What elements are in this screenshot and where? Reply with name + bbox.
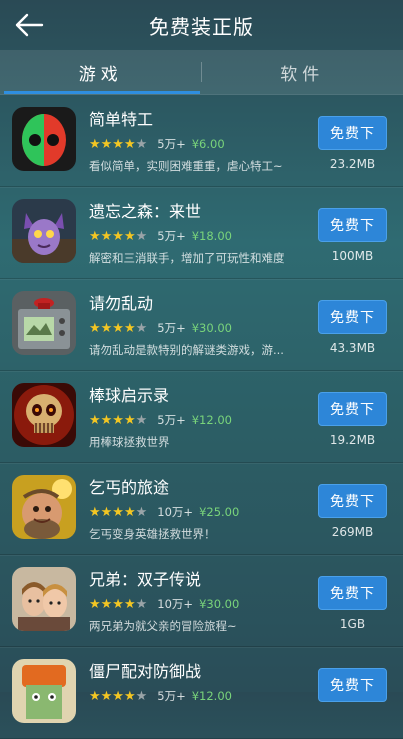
app-row[interactable]: 遗忘之森：来世 ★★★★★ 5万+ ¥18.00 解密和三消联手，增加了可玩性和… <box>0 187 403 279</box>
app-description: 用棒球拯救世界 <box>89 434 307 450</box>
zombie-icon[interactable] <box>12 659 76 723</box>
app-name[interactable]: 乞丐的旅途 <box>89 474 169 498</box>
file-size: 19.2MB <box>318 433 387 447</box>
free-download-button[interactable]: 免费下 <box>318 300 387 334</box>
app-meta: ★★★★★ 5万+ ¥18.00 <box>89 228 232 244</box>
download-count: 5万+ <box>157 412 185 428</box>
app-meta: ★★★★★ 10万+ ¥25.00 <box>89 504 239 520</box>
download-count: 10万+ <box>157 504 193 520</box>
file-size: 23.2MB <box>318 157 387 171</box>
page-title: 免费装正版 <box>149 11 254 40</box>
app-name[interactable]: 请勿乱动 <box>89 290 153 314</box>
app-name[interactable]: 兄弟：双子传说 <box>89 566 201 590</box>
app-list: 简单特工 ★★★★★ 5万+ ¥6.00 看似简单，实则困难重重，虐心特工~ 免… <box>0 95 403 739</box>
original-price: ¥18.00 <box>192 229 232 243</box>
app-name[interactable]: 遗忘之森：来世 <box>89 198 201 222</box>
free-download-button[interactable]: 免费下 <box>318 116 387 150</box>
download-count: 5万+ <box>157 228 185 244</box>
original-price: ¥30.00 <box>192 321 232 335</box>
download-count: 5万+ <box>157 136 185 152</box>
star-rating: ★★★★★ <box>89 689 147 704</box>
star-rating: ★★★★★ <box>89 321 147 336</box>
app-row[interactable]: 僵尸配对防御战 ★★★★★ 5万+ ¥12.00 免费下 <box>0 647 403 739</box>
star-rating: ★★★★★ <box>89 229 147 244</box>
free-download-button[interactable]: 免费下 <box>318 208 387 242</box>
app-row[interactable]: 兄弟：双子传说 ★★★★★ 10万+ ¥30.00 两兄弟为就父亲的冒险旅程~ … <box>0 555 403 647</box>
file-size: 1GB <box>318 617 387 631</box>
app-meta: ★★★★★ 5万+ ¥12.00 <box>89 688 232 704</box>
app-meta: ★★★★★ 5万+ ¥12.00 <box>89 412 232 428</box>
original-price: ¥30.00 <box>199 597 239 611</box>
app-description: 请勿乱动是款特别的解谜类游戏，游... <box>89 342 307 358</box>
free-download-button[interactable]: 免费下 <box>318 392 387 426</box>
app-name[interactable]: 棒球启示录 <box>89 382 169 406</box>
star-rating: ★★★★★ <box>89 413 147 428</box>
file-size: 100MB <box>318 249 387 263</box>
forest-creature-icon[interactable] <box>12 199 76 263</box>
app-name[interactable]: 僵尸配对防御战 <box>89 658 201 682</box>
app-name[interactable]: 简单特工 <box>89 106 153 130</box>
star-rating: ★★★★★ <box>89 597 147 612</box>
top-bar: 免费装正版 <box>0 0 403 50</box>
download-count: 10万+ <box>157 596 193 612</box>
brothers-icon[interactable] <box>12 567 76 631</box>
tab-divider <box>201 62 202 82</box>
app-row[interactable]: 乞丐的旅途 ★★★★★ 10万+ ¥25.00 乞丐变身英雄拯救世界！ 免费下 … <box>0 463 403 555</box>
app-row[interactable]: 简单特工 ★★★★★ 5万+ ¥6.00 看似简单，实则困难重重，虐心特工~ 免… <box>0 95 403 187</box>
app-row[interactable]: 请勿乱动 ★★★★★ 5万+ ¥30.00 请勿乱动是款特别的解谜类游戏，游..… <box>0 279 403 371</box>
back-arrow-icon[interactable] <box>12 10 46 40</box>
download-count: 5万+ <box>157 320 185 336</box>
original-price: ¥25.00 <box>199 505 239 519</box>
app-description: 解密和三消联手，增加了可玩性和难度 <box>89 250 307 266</box>
file-size: 269MB <box>318 525 387 539</box>
beggar-hero-icon[interactable] <box>12 475 76 539</box>
star-rating: ★★★★★ <box>89 137 147 152</box>
free-download-button[interactable]: 免费下 <box>318 484 387 518</box>
star-rating: ★★★★★ <box>89 505 147 520</box>
app-description: 两兄弟为就父亲的冒险旅程~ <box>89 618 307 634</box>
original-price: ¥12.00 <box>192 689 232 703</box>
app-description: 乞丐变身英雄拯救世界！ <box>89 526 307 542</box>
original-price: ¥12.00 <box>192 413 232 427</box>
app-row[interactable]: 棒球启示录 ★★★★★ 5万+ ¥12.00 用棒球拯救世界 免费下 19.2M… <box>0 371 403 463</box>
red-button-box-icon[interactable] <box>12 291 76 355</box>
file-size: 43.3MB <box>318 341 387 355</box>
app-meta: ★★★★★ 5万+ ¥6.00 <box>89 136 225 152</box>
tab-games[interactable]: 游戏 <box>0 50 202 94</box>
free-download-button[interactable]: 免费下 <box>318 668 387 702</box>
original-price: ¥6.00 <box>192 137 225 151</box>
app-meta: ★★★★★ 10万+ ¥30.00 <box>89 596 239 612</box>
app-description: 看似简单，实则困难重重，虐心特工~ <box>89 158 307 174</box>
download-count: 5万+ <box>157 688 185 704</box>
free-download-button[interactable]: 免费下 <box>318 576 387 610</box>
spy-mask-icon[interactable] <box>12 107 76 171</box>
app-meta: ★★★★★ 5万+ ¥30.00 <box>89 320 232 336</box>
skull-icon[interactable] <box>12 383 76 447</box>
tab-software[interactable]: 软件 <box>202 50 403 94</box>
